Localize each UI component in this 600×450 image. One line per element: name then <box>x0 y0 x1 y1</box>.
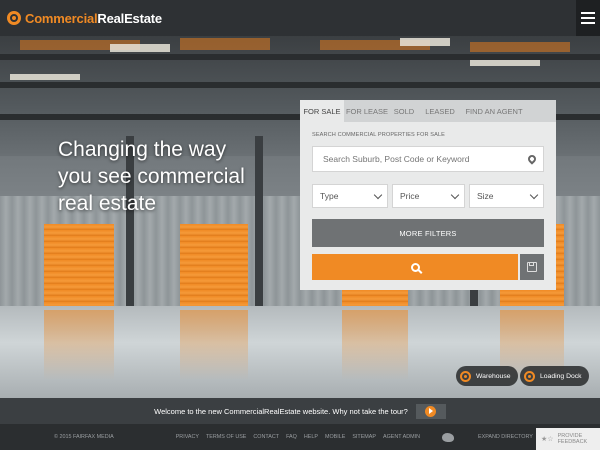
headline-line-2: you see commercial <box>58 165 245 188</box>
play-icon <box>425 405 437 417</box>
tab-for-sale[interactable]: FOR SALE <box>300 100 344 122</box>
footer-link-mobile[interactable]: MOBILE <box>325 434 345 440</box>
expand-directory-label: EXPAND DIRECTORY <box>478 434 533 440</box>
footer-link-sitemap[interactable]: SITEMAP <box>352 434 376 440</box>
hero-headline: Changing the way you see commercial real… <box>58 136 278 217</box>
tab-sold[interactable]: SOLD <box>390 100 418 122</box>
location-pin-icon[interactable] <box>526 153 538 165</box>
search-section-label: SEARCH COMMERCIAL PROPERTIES FOR SALE <box>312 132 446 138</box>
search-tabs: FOR SALE FOR LEASE SOLD LEASED FIND AN A… <box>300 100 556 122</box>
search-icon <box>410 262 420 272</box>
footer-link-faq[interactable]: FAQ <box>286 434 297 440</box>
size-dropdown-label: Size <box>477 191 494 201</box>
headline-line-3: real estate <box>58 192 157 215</box>
type-dropdown[interactable]: Type <box>312 184 388 208</box>
search-button[interactable] <box>312 254 518 280</box>
tag-dot-icon <box>524 370 535 382</box>
save-icon <box>527 262 537 272</box>
tab-for-lease[interactable]: FOR LEASE <box>344 100 390 122</box>
size-dropdown[interactable]: Size <box>469 184 544 208</box>
chevron-down-icon <box>373 190 383 199</box>
save-search-button[interactable] <box>520 254 544 280</box>
star-icon: ★☆ <box>541 436 554 443</box>
loading-dock-tag[interactable]: Loading Dock <box>520 366 589 386</box>
chevron-down-icon <box>450 190 460 199</box>
hamburger-menu-icon[interactable] <box>576 0 600 36</box>
tour-bar: Welcome to the new CommercialRealEstate … <box>0 398 600 424</box>
feedback-line-2: FEEDBACK <box>557 439 588 445</box>
site-logo[interactable]: Commercial RealEstate <box>7 11 162 26</box>
provide-feedback-button[interactable]: ★☆ PROVIDE FEEDBACK <box>536 428 600 450</box>
footer-nav: PRIVACY TERMS OF USE CONTACT FAQ HELP MO… <box>176 434 420 440</box>
tour-message: Welcome to the new CommercialRealEstate … <box>154 406 408 416</box>
footer-link-help[interactable]: HELP <box>304 434 318 440</box>
expand-directory-link[interactable]: EXPAND DIRECTORY <box>478 434 533 440</box>
hero-warehouse-image: Changing the way you see commercial real… <box>0 36 600 398</box>
loading-dock-tag-label: Loading Dock <box>540 372 582 380</box>
footer-link-contact[interactable]: CONTACT <box>253 434 279 440</box>
warehouse-tag-label: Warehouse <box>476 372 511 380</box>
footer-link-agent-admin[interactable]: AGENT ADMIN <box>383 434 420 440</box>
warehouse-tag[interactable]: Warehouse <box>456 366 518 386</box>
price-dropdown-label: Price <box>400 191 420 201</box>
property-search-panel: FOR SALE FOR LEASE SOLD LEASED FIND AN A… <box>300 100 556 290</box>
tab-find-an-agent[interactable]: FIND AN AGENT <box>462 100 526 122</box>
chevron-down-icon <box>529 190 539 199</box>
logo-ring-icon <box>7 11 21 25</box>
tag-dot-icon <box>460 370 471 382</box>
logo-text-realestate: RealEstate <box>97 10 162 26</box>
tab-leased[interactable]: LEASED <box>418 100 462 122</box>
footer-link-privacy[interactable]: PRIVACY <box>176 434 199 440</box>
headline-line-1: Changing the way <box>58 138 227 161</box>
type-dropdown-label: Type <box>320 191 339 201</box>
price-dropdown[interactable]: Price <box>392 184 465 208</box>
site-footer: © 2015 FAIRFAX MEDIA PRIVACY TERMS OF US… <box>0 424 600 450</box>
search-input[interactable] <box>321 153 528 165</box>
footer-link-terms[interactable]: TERMS OF USE <box>206 434 246 440</box>
copyright: © 2015 FAIRFAX MEDIA <box>54 434 114 440</box>
start-tour-button[interactable] <box>415 403 446 419</box>
search-box <box>312 146 544 172</box>
more-filters-button[interactable]: MORE FILTERS <box>312 219 544 247</box>
twitter-icon[interactable] <box>442 432 455 442</box>
logo-text-commercial: Commercial <box>25 10 98 26</box>
site-header: Commercial RealEstate <box>0 0 600 36</box>
